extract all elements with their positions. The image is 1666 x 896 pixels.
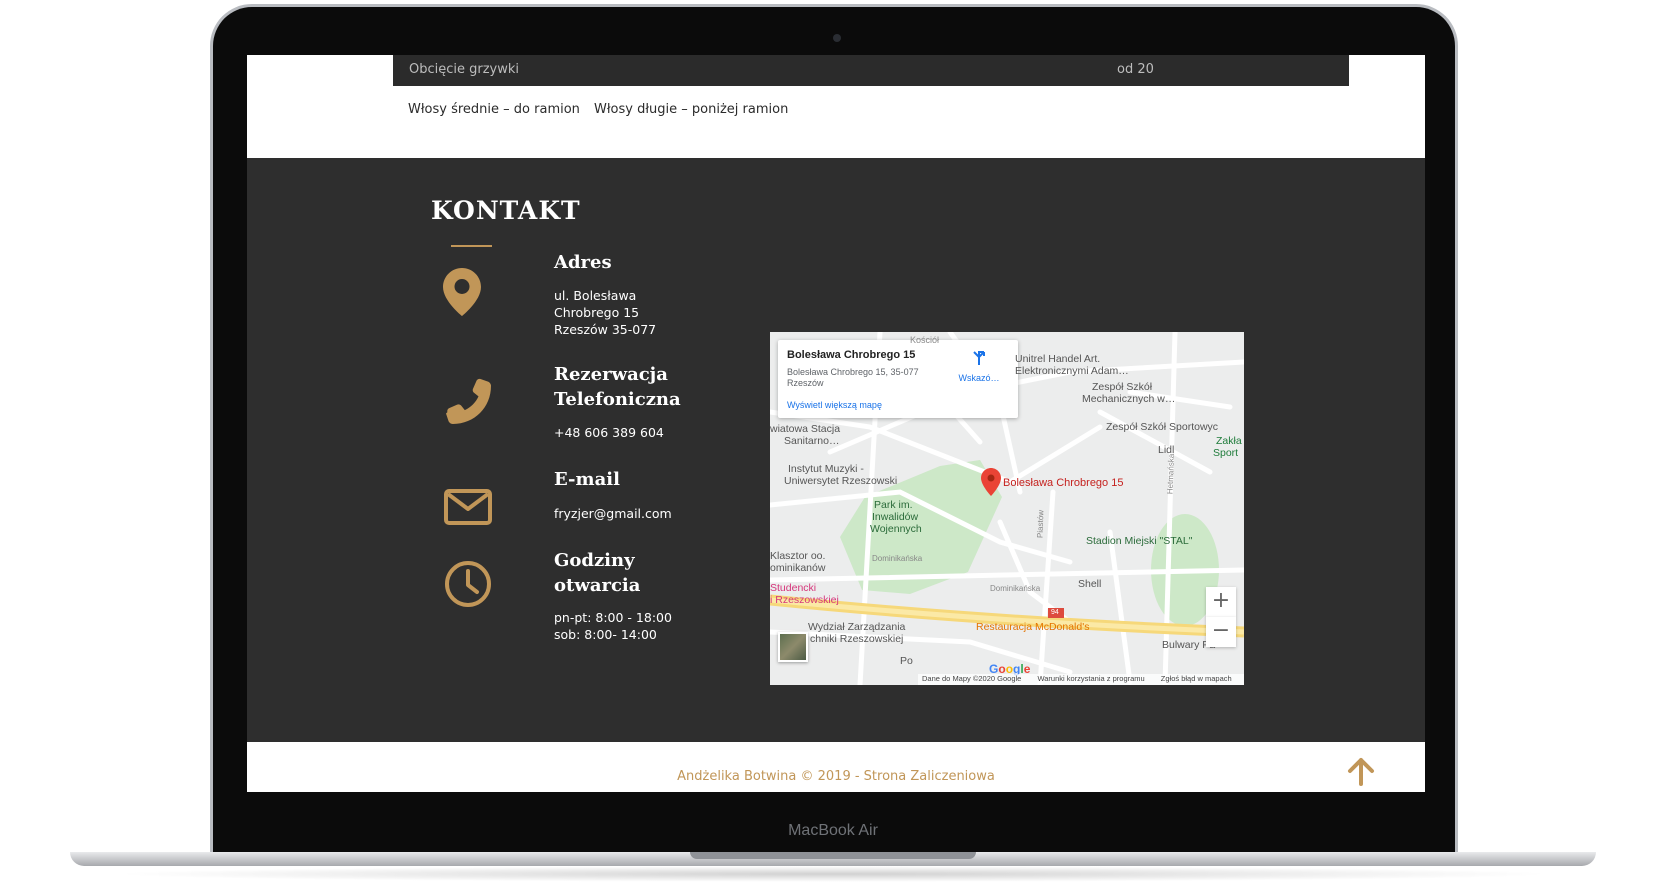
- arrow-up-icon[interactable]: [1346, 756, 1376, 791]
- price-row: Obcięcie grzywki od 20: [393, 55, 1349, 86]
- camera-icon: [833, 34, 841, 42]
- zoom-out-button[interactable]: −: [1206, 617, 1236, 647]
- map-label-sanitarno: wiatowa Stacja: [770, 423, 841, 435]
- map-card-title: Bolesława Chrobrego 15: [787, 349, 916, 361]
- map-footer: Dane do Mapy ©2020 Google Warunki korzys…: [918, 674, 1244, 685]
- hours-line: sob: 8:00- 14:00: [554, 627, 657, 642]
- map-pin-icon: [443, 268, 481, 316]
- map-label-street: Piastów: [1035, 509, 1046, 539]
- phone-icon: [444, 377, 492, 425]
- device-label: MacBook Air: [788, 822, 878, 839]
- envelope-icon: [444, 489, 492, 525]
- map-label-park: Inwalidów: [872, 511, 919, 523]
- map-larger-link[interactable]: Wyświetl większą mapę: [787, 400, 882, 410]
- map-label-instytut: Instytut Muzyki -: [788, 463, 864, 475]
- map-info-card: Bolesława Chrobrego 15 Bolesława Chrobre…: [778, 340, 1018, 418]
- map-label-studencki: Studencki: [770, 582, 817, 594]
- map-label-wydzial: chniki Rzeszowskiej: [810, 633, 904, 645]
- map-label-school-mech: Zespół Szkół: [1092, 381, 1153, 393]
- map-label-school-mech: Mechanicznych w…: [1082, 393, 1176, 405]
- footer-text: Andżelika Botwina © 2019 - Strona Zalicz…: [677, 769, 995, 784]
- address-line: Rzeszów 35-077: [554, 322, 657, 337]
- contact-title: KONTAKT: [431, 196, 581, 225]
- map-label-road-number: 94: [1051, 609, 1059, 616]
- map-label-sanitarno: Sanitarno…: [784, 435, 840, 447]
- map-label-instytut: Uniwersytet Rzeszowski: [784, 475, 898, 487]
- phone-number[interactable]: +48 606 389 604: [554, 424, 664, 441]
- map-label-park: Park im.: [874, 499, 913, 511]
- map-card-address: Bolesława Chrobrego 15, 35-077 Rzeszów: [787, 367, 919, 388]
- laptop-notch: [690, 852, 976, 859]
- address-line: Chrobrego 15: [554, 305, 640, 320]
- phone-heading-line: Telefoniczna: [554, 389, 681, 410]
- website-screen: Obcięcie grzywki od 20 Włosy średnie – d…: [247, 55, 1425, 792]
- hours-line: pn-pt: 8:00 - 18:00: [554, 610, 672, 625]
- map-marker-label: Bolesława Chrobrego 15: [1003, 477, 1124, 489]
- contact-section: KONTAKT Adres ul. Bolesława Chrobrego 15…: [247, 158, 1425, 742]
- email-heading: E-mail: [554, 469, 620, 490]
- satellite-toggle[interactable]: [778, 632, 808, 662]
- hours-text: pn-pt: 8:00 - 18:00 sob: 8:00- 14:00: [554, 609, 672, 643]
- address-heading: Adres: [554, 252, 612, 273]
- hours-heading-line: Godziny: [554, 550, 635, 571]
- map-label-unitrel: Unitrel Handel Art.: [1015, 353, 1101, 365]
- zoom-in-button[interactable]: +: [1206, 587, 1236, 617]
- map-footer-report[interactable]: Zgłoś błąd w mapach: [1161, 674, 1232, 683]
- map-label-kosciol: Kościół: [910, 335, 940, 345]
- tab-medium-hair[interactable]: Włosy średnie – do ramion: [408, 102, 580, 117]
- phone-heading: Rezerwacja Telefoniczna: [554, 362, 681, 412]
- laptop-shadow: [110, 866, 1556, 882]
- map-label-school-sport: Zespół Szkół Sportowyc: [1106, 421, 1219, 433]
- map-footer-data: Dane do Mapy ©2020 Google: [922, 674, 1022, 683]
- email-address[interactable]: fryzjer@gmail.com: [554, 505, 672, 522]
- map-label-shell: Shell: [1078, 578, 1102, 590]
- address-text: ul. Bolesława Chrobrego 15 Rzeszów 35-07…: [554, 287, 656, 338]
- map-label-studencki: i Rzeszowskiej: [770, 594, 839, 606]
- price-row-name: Obcięcie grzywki: [409, 62, 520, 77]
- map-label-klasztor: Klasztor oo.: [770, 550, 826, 562]
- map-label-street: Hetmańska: [1165, 453, 1176, 495]
- hours-heading-line: otwarcia: [554, 575, 641, 596]
- phone-heading-line: Rezerwacja: [554, 364, 668, 385]
- map-label-street: Dominikańska: [990, 584, 1041, 593]
- map-directions-label: Wskazó…: [958, 373, 1000, 383]
- hours-heading: Godziny otwarcia: [554, 548, 640, 598]
- map-label-mcdonalds: Restauracja McDonald's: [976, 621, 1090, 633]
- map-directions-button[interactable]: Wskazó…: [954, 350, 1004, 383]
- map-label-stadion: Stadion Miejski "STAL": [1086, 535, 1193, 547]
- tab-long-hair[interactable]: Włosy długie – poniżej ramion: [594, 102, 788, 117]
- clock-icon: [444, 560, 492, 608]
- price-row-value: od 20: [1117, 62, 1154, 77]
- map-label-wydzial: Wydział Zarządzania: [808, 621, 906, 633]
- directions-icon: [973, 351, 985, 365]
- address-line: ul. Bolesława: [554, 288, 637, 303]
- google-map[interactable]: Bolesława Chrobrego 15 Bolesława Chrobre…: [770, 332, 1244, 685]
- map-label-zaklad: Zakła: [1216, 435, 1242, 447]
- map-marker-icon[interactable]: [981, 468, 1001, 496]
- map-label-street: Dominikańska: [872, 554, 923, 563]
- map-label-sport: Sport: [1213, 447, 1239, 459]
- map-footer-terms[interactable]: Warunki korzystania z programu: [1037, 674, 1144, 683]
- map-label-klasztor: ominikanów: [770, 562, 826, 574]
- map-label-po: Po: [900, 655, 913, 667]
- title-underline: [451, 245, 492, 247]
- map-label-park: Wojennych: [870, 523, 922, 535]
- map-label-unitrel: Elektronicznymi Adam…: [1015, 365, 1129, 377]
